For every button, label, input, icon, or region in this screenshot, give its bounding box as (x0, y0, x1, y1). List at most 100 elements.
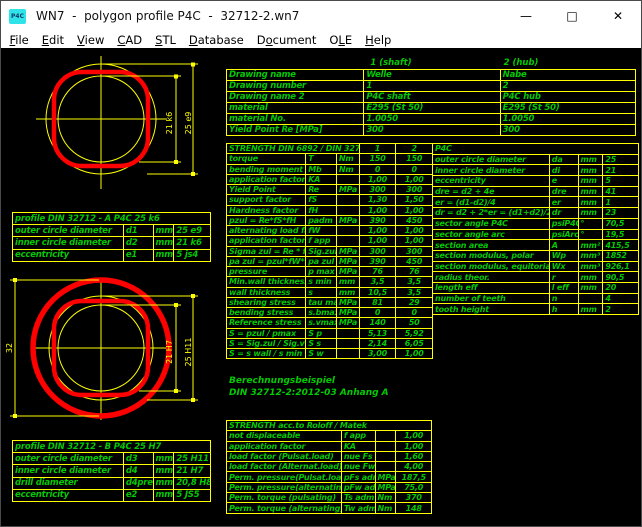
table-cell: n (549, 294, 578, 304)
shaft-profile-drawing: 21 k6 25 e9 (36, 56, 198, 189)
table-cell: mm (336, 277, 359, 286)
dim-label-outer: 25 H11 (184, 338, 193, 367)
table-cell: d4 (123, 465, 153, 476)
table-cell: 415,5 (602, 240, 638, 250)
table-cell (336, 195, 359, 204)
table-cell: 1,30 (359, 195, 396, 204)
table-cell: 150 (359, 154, 396, 163)
table-cell: A (549, 240, 578, 250)
table-cell: 20,8 H8 (173, 478, 210, 489)
table-cell: drill diameter (13, 478, 123, 489)
column-header-shaft: 1 (shaft) (331, 58, 451, 68)
table-cell: pFw adm (341, 483, 375, 492)
table-header-row: STRENGTH acc.to Roloff / Matek (226, 420, 432, 431)
table-cell: mm (153, 490, 174, 501)
table-cell: da (549, 155, 578, 165)
table-row: torqueTNm150150 (226, 153, 433, 164)
table-cell (375, 431, 396, 440)
table-cell: e1 (123, 250, 153, 261)
table-cell: tau max (305, 298, 336, 307)
table-cell: fH (305, 206, 336, 215)
table-row: inner circle diameterd4mm21 H7 (12, 464, 211, 477)
menu-document[interactable]: Document (250, 33, 323, 47)
menu-cad[interactable]: CAD (111, 33, 149, 47)
table-row: Reference stresss.vmaxMPa14050 (226, 317, 433, 328)
table-title: STRENGTH DIN 6892 / DIN 32712 (227, 144, 359, 153)
menu-ole[interactable]: OLE (323, 33, 359, 47)
table-cell: mm (578, 208, 603, 218)
table-cell: 1,00 (395, 175, 432, 184)
table-cell: 1,60 (395, 452, 431, 461)
menu-help[interactable]: Help (359, 33, 398, 47)
table-cell: Hardness factor (227, 206, 305, 215)
table-cell: 1.0050 (363, 114, 499, 124)
table-cell: sector angle arc (433, 230, 549, 240)
menu-view[interactable]: View (71, 33, 111, 47)
table-row: dre = d2 + 4edremm41 (432, 186, 639, 198)
table-cell: psiArc (549, 230, 578, 240)
table-cell: S p (305, 329, 336, 338)
maximize-button[interactable]: □ (549, 1, 595, 31)
table-cell: MPa (375, 483, 396, 492)
hub-profile-drawing: 21 H7 25 H11 32 (5, 278, 198, 420)
table-cell: p max (305, 267, 336, 276)
table-row: S = Sig.zul / Sig.vmaxS s2,146,05 (226, 338, 433, 349)
table-cell: fS (305, 195, 336, 204)
table-cell: 3,5 (395, 277, 432, 286)
table-cell: 0 (395, 165, 432, 174)
table-cell: mm (578, 165, 603, 175)
table-row: number of teethn 4 (432, 293, 639, 305)
table-cell: 25 e9 (173, 225, 210, 236)
table-row: support factorfS1,301,50 (226, 194, 433, 205)
table-cell: 390 (359, 216, 396, 225)
table-cell: application factor (227, 236, 305, 245)
table-cell: number of teeth (433, 294, 549, 304)
table-cell: material (227, 103, 363, 113)
table-cell: pzul = Re*fS*fH (227, 216, 305, 225)
table-cell: 1,00 (395, 206, 432, 215)
table-row: Perm. pressure(Pulsat.load)pFs admMPa187… (226, 471, 432, 482)
table-cell: 2 (602, 304, 638, 314)
table-row: Min.wall thicknesss minmm3,53,5 (226, 276, 433, 287)
table-row: pressurep maxMPa7676 (226, 266, 433, 277)
table-cell: 1 (602, 197, 638, 207)
cad-canvas[interactable]: 21 k6 25 e9 (1, 48, 642, 527)
title-bar[interactable]: P4C WN7 - polygon profile P4C - 32712-2.… (1, 1, 641, 31)
table-cell: eccentricity (13, 490, 123, 501)
app-window: P4C WN7 - polygon profile P4C - 32712-2.… (0, 0, 642, 527)
table-cell: E295 (St 50) (500, 103, 635, 113)
table-cell: mm (578, 272, 603, 282)
table-cell: 4 (602, 294, 638, 304)
table-cell: 390 (359, 257, 396, 266)
table-cell: Mb (305, 165, 336, 174)
table-cell: Nm (336, 154, 359, 163)
table-cell: 19,5 (602, 230, 638, 240)
table-cell: Yield Point (227, 185, 305, 194)
table-cell: Tw adm (341, 503, 375, 512)
table-cell: 1852 (602, 251, 638, 261)
table-cell: er (549, 197, 578, 207)
table-cell: 81 (359, 298, 396, 307)
table-cell: dr (549, 208, 578, 218)
minimize-button[interactable]: — (503, 1, 549, 31)
dim-label-outer: 25 e9 (184, 112, 193, 135)
menu-edit[interactable]: Edit (35, 33, 70, 47)
table-cell: bending stress (227, 308, 305, 317)
table-row: outer circle diameterdamm25 (432, 154, 639, 166)
table-row: bending stresss.bmaxMPa00 (226, 307, 433, 318)
table-cell: 148 (395, 503, 431, 512)
table-cell: Drawing name 2 (227, 92, 363, 102)
table-cell: 21 (602, 165, 638, 175)
menu-database[interactable]: Database (182, 33, 250, 47)
table-row: material No.1.00501.0050 (226, 113, 636, 125)
table-cell: alternating load factor (227, 226, 305, 235)
table-cell: 1,00 (359, 175, 396, 184)
menu-file[interactable]: File (3, 33, 35, 47)
table-cell: 1,00 (395, 349, 432, 358)
table-title: P4C (433, 144, 638, 154)
table-cell: di (549, 165, 578, 175)
table-cell: 90,5 (602, 272, 638, 282)
menu-stl[interactable]: STL (149, 33, 183, 47)
table-cell: Sigma zul = Re * fW (227, 247, 305, 256)
close-button[interactable]: ✕ (595, 1, 641, 31)
